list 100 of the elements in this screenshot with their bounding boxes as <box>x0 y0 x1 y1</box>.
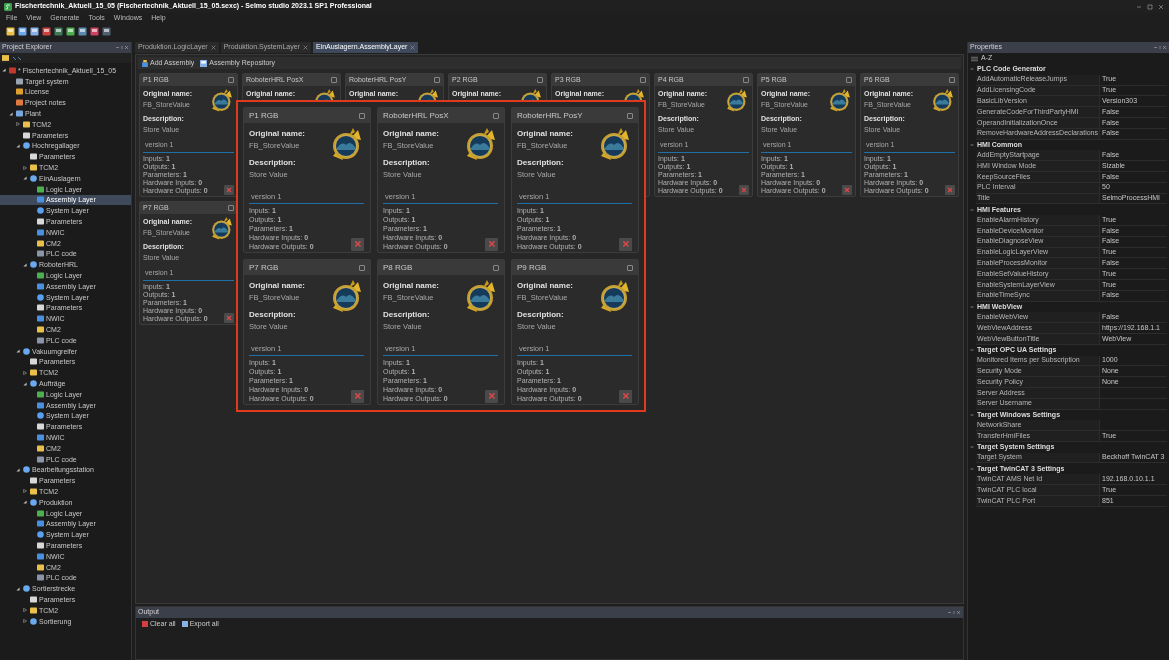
collapse-caret-icon[interactable] <box>23 176 27 181</box>
medal-icon <box>828 89 852 113</box>
field-label: Original name: <box>249 128 305 140</box>
field-label: Description: <box>517 309 565 322</box>
expand-caret-icon[interactable] <box>23 619 27 624</box>
medal-icon <box>210 217 234 241</box>
toolbar-icon[interactable] <box>6 26 15 36</box>
cross-icon <box>947 186 953 193</box>
window-icon[interactable] <box>331 77 337 83</box>
toolbar-icon[interactable] <box>78 26 87 36</box>
cross-icon <box>621 392 630 401</box>
list-icon[interactable] <box>971 55 978 62</box>
window-icon[interactable] <box>434 77 440 83</box>
field-label: Description: <box>249 157 297 170</box>
field-label: Description: <box>517 157 565 170</box>
window-icon[interactable] <box>627 112 633 119</box>
window-icon[interactable] <box>359 112 365 119</box>
window-icon[interactable] <box>493 112 499 119</box>
field-label: Original name: <box>249 280 305 292</box>
card-title: RoboterHRL PosY <box>517 109 583 122</box>
window-icon[interactable] <box>949 77 955 83</box>
medal-icon <box>931 89 955 113</box>
collapse-caret-icon[interactable] <box>2 68 6 73</box>
medal-icon <box>598 128 632 162</box>
window-icon[interactable] <box>640 77 646 83</box>
window-icon[interactable] <box>493 264 499 271</box>
toolbar-icon[interactable] <box>102 26 111 36</box>
window-icon[interactable] <box>743 77 749 83</box>
toolbar-icon[interactable] <box>30 26 39 36</box>
window-icon[interactable] <box>537 77 543 83</box>
toolbar-icon[interactable] <box>54 26 63 36</box>
cross-icon <box>353 240 362 249</box>
card-title: P1 RGB <box>249 109 279 122</box>
expand-caret-icon[interactable] <box>23 165 27 170</box>
cross-icon <box>741 186 747 193</box>
cross-icon <box>226 186 232 193</box>
cross-icon <box>226 314 232 321</box>
field-label: Original name: <box>383 280 439 292</box>
toolbar-icon[interactable] <box>66 26 75 36</box>
expand-caret-icon[interactable] <box>23 608 27 613</box>
delete-button[interactable] <box>619 389 632 403</box>
delete-button[interactable] <box>224 184 234 195</box>
close-icon[interactable] <box>302 45 308 50</box>
field-label: Description: <box>383 157 431 170</box>
window-icon[interactable] <box>228 205 234 211</box>
medal-icon <box>330 280 364 314</box>
collapse-caret-icon[interactable] <box>16 349 20 354</box>
panel-controls-icon[interactable] <box>115 45 129 50</box>
delete-button[interactable] <box>945 184 955 195</box>
toolbar-icon[interactable] <box>18 26 27 36</box>
expand-caret-icon[interactable] <box>16 122 20 127</box>
card-title: P9 RGB <box>517 261 547 274</box>
delete-button[interactable] <box>351 389 364 403</box>
medal-icon <box>598 280 632 314</box>
collapse-caret-icon[interactable] <box>23 381 27 386</box>
window-icon[interactable] <box>627 264 633 271</box>
collapse-caret-icon[interactable] <box>23 500 27 505</box>
panel-controls-icon[interactable] <box>1153 45 1167 50</box>
expand-caret-icon[interactable] <box>23 370 27 375</box>
window-controls-icon[interactable] <box>1135 3 1165 10</box>
cross-icon <box>487 392 496 401</box>
card-title: P8 RGB <box>383 261 413 274</box>
close-icon[interactable] <box>210 45 216 50</box>
medal-icon <box>330 128 364 162</box>
panel-controls-icon[interactable] <box>947 610 961 615</box>
medal-icon <box>210 89 234 113</box>
expand-caret-icon[interactable] <box>23 489 27 494</box>
medal-icon <box>725 89 749 113</box>
field-label: Original name: <box>517 128 573 140</box>
collapse-caret-icon[interactable] <box>23 262 27 267</box>
close-icon[interactable] <box>410 45 416 50</box>
window-icon[interactable] <box>359 264 365 271</box>
cross-icon <box>487 240 496 249</box>
delete-button[interactable] <box>619 237 632 251</box>
window-icon[interactable] <box>846 77 852 83</box>
delete-button[interactable] <box>842 184 852 195</box>
cross-icon <box>621 240 630 249</box>
delete-button[interactable] <box>224 312 234 323</box>
app-logo-icon <box>4 2 12 11</box>
collapse-caret-icon[interactable] <box>16 467 20 472</box>
delete-button[interactable] <box>351 237 364 251</box>
medal-icon <box>464 128 498 162</box>
field-label: Original name: <box>383 128 439 140</box>
collapse-caret-icon[interactable] <box>16 143 20 148</box>
toolbar-icon[interactable] <box>42 26 51 36</box>
delete-button[interactable] <box>485 389 498 403</box>
field-label: Original name: <box>517 280 573 292</box>
window-icon[interactable] <box>228 77 234 83</box>
delete-button[interactable] <box>485 237 498 251</box>
collapse-caret-icon[interactable] <box>16 586 20 591</box>
field-label: Description: <box>249 309 297 322</box>
delete-button[interactable] <box>739 184 749 195</box>
cross-icon <box>353 392 362 401</box>
field-label: Description: <box>383 309 431 322</box>
cross-icon <box>844 186 850 193</box>
collapse-caret-icon[interactable] <box>9 111 13 116</box>
toolbar-icon[interactable] <box>90 26 99 36</box>
card-title: P7 RGB <box>249 261 279 274</box>
card-title: RoboterHRL PosX <box>383 109 449 122</box>
medal-icon <box>464 280 498 314</box>
